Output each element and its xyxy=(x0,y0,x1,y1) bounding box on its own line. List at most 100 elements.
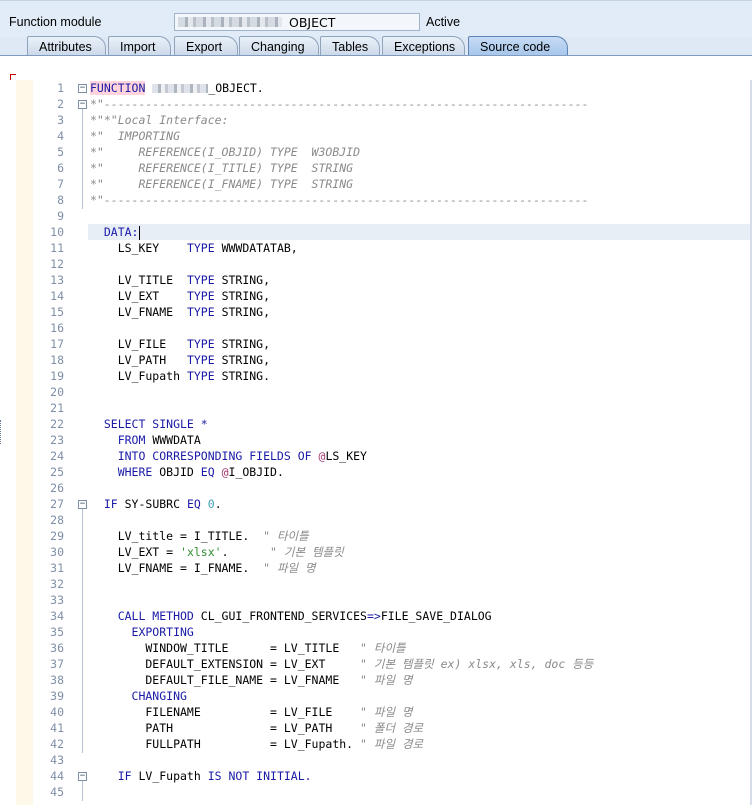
code-line[interactable]: LV_PATH TYPE STRING, xyxy=(90,352,270,368)
line-number: 21 xyxy=(50,401,64,415)
code-line[interactable]: IF LV_Fupath IS NOT INITIAL. xyxy=(90,768,312,784)
code-token: FULLPATH = LV_Fupath. xyxy=(90,737,361,751)
line-number: 38 xyxy=(50,673,64,687)
breakpoint-gutter[interactable] xyxy=(16,80,34,805)
code-token: STRING, xyxy=(214,289,271,303)
code-line[interactable]: FULLPATH = LV_Fupath. " 파일 경로 xyxy=(90,736,423,752)
code-line[interactable]: FUNCTION _OBJECT. xyxy=(90,80,264,96)
fold-toggle-icon[interactable]: − xyxy=(78,500,87,509)
code-line[interactable]: SELECT SINGLE * xyxy=(90,416,208,432)
code-line[interactable]: *" REFERENCE(I_TITLE) TYPE STRING xyxy=(90,160,353,176)
line-number: 13 xyxy=(50,273,64,287)
code-line[interactable]: *" IMPORTING xyxy=(90,128,180,144)
function-module-label: Function module xyxy=(9,15,102,29)
tab-import[interactable]: Import xyxy=(108,36,171,56)
code-line[interactable]: DEFAULT_EXTENSION = LV_EXT " 기본 템플릿 ex) … xyxy=(90,656,593,672)
code-line[interactable]: WINDOW_TITLE = LV_TITLE " 타이틀 xyxy=(90,640,405,656)
code-line[interactable]: WHERE OBJID EQ @I_OBJID. xyxy=(90,464,284,480)
code-token: DATA: xyxy=(90,225,139,239)
tab-strip: Attributes Import Export Changing Tables… xyxy=(0,36,752,56)
code-line[interactable]: PATH = LV_PATH " 폴더 경로 xyxy=(90,720,423,736)
fold-column xyxy=(66,80,89,805)
code-token: *"*"Local Interface: xyxy=(90,113,229,127)
redacted-text xyxy=(152,84,209,93)
function-module-name-field[interactable]: OBJECT xyxy=(174,13,420,31)
code-line[interactable]: LV_FNAME = I_FNAME. " 파일 명 xyxy=(90,560,316,576)
line-number: 6 xyxy=(57,161,64,175)
code-token: CHANGING xyxy=(90,689,187,703)
code-line[interactable]: DEFAULT_FILE_NAME = LV_FNAME " 파일 명 xyxy=(90,672,412,688)
line-number: 4 xyxy=(57,129,64,143)
code-token: => xyxy=(366,609,381,623)
code-line[interactable]: *" REFERENCE(I_FNAME) TYPE STRING xyxy=(90,176,353,192)
line-number: 15 xyxy=(50,305,64,319)
code-token: FUNCTION xyxy=(90,81,146,95)
line-number: 40 xyxy=(50,705,64,719)
code-token: SY-SUBRC xyxy=(117,497,187,511)
code-token: WWWDATATAB, xyxy=(214,241,298,255)
code-line[interactable]: LV_Fupath TYPE STRING. xyxy=(90,368,270,384)
line-number: 42 xyxy=(50,737,64,751)
code-token: LV_FILE xyxy=(90,337,187,351)
code-token: FROM xyxy=(90,433,146,447)
code-line[interactable]: EXPORTING xyxy=(90,624,194,640)
code-token: " 폴더 경로 xyxy=(360,721,424,735)
line-number: 30 xyxy=(50,545,64,559)
line-number: 9 xyxy=(57,209,64,223)
tab-source-code[interactable]: Source code xyxy=(468,36,568,56)
code-token: TYPE xyxy=(186,305,215,319)
line-number: 23 xyxy=(50,433,64,447)
code-line[interactable]: DATA: xyxy=(90,224,141,240)
line-number: 8 xyxy=(57,193,64,207)
line-number: 43 xyxy=(50,753,64,767)
code-line[interactable]: CALL METHOD CL_GUI_FRONTEND_SERVICES=>FI… xyxy=(90,608,492,624)
code-token: " 파일 명 xyxy=(263,561,316,575)
code-token: " 파일 경로 xyxy=(360,737,424,751)
code-token: CALL METHOD xyxy=(90,609,194,623)
function-module-name-suffix: OBJECT xyxy=(289,15,336,30)
fold-toggle-icon[interactable]: − xyxy=(78,100,87,109)
code-line[interactable]: LV_EXT TYPE STRING, xyxy=(90,288,270,304)
code-token: EQ xyxy=(200,465,215,479)
code-token: *" IMPORTING xyxy=(90,129,181,143)
tab-exceptions[interactable]: Exceptions xyxy=(382,36,465,56)
code-token: OBJID xyxy=(152,465,201,479)
code-token: SELECT SINGLE * xyxy=(90,417,208,431)
fold-toggle-icon[interactable]: − xyxy=(78,772,87,781)
code-line[interactable]: LV_TITLE TYPE STRING, xyxy=(90,272,270,288)
line-number: 16 xyxy=(50,321,64,335)
code-token: LV_title = I_TITLE. xyxy=(90,529,264,543)
code-line[interactable]: FROM WWWDATA xyxy=(90,432,201,448)
code-line[interactable]: CHANGING xyxy=(90,688,187,704)
code-line[interactable]: INTO CORRESPONDING FIELDS OF @LS_KEY xyxy=(90,448,367,464)
code-line[interactable]: *"--------------------------------------… xyxy=(90,192,589,208)
fold-toggle-icon[interactable]: − xyxy=(78,84,87,93)
code-line[interactable]: IF SY-SUBRC EQ 0. xyxy=(90,496,222,512)
code-line[interactable]: LV_FNAME TYPE STRING, xyxy=(90,304,270,320)
code-line[interactable]: *"--------------------------------------… xyxy=(90,96,589,112)
line-number: 11 xyxy=(50,241,64,255)
splitter-handle[interactable] xyxy=(0,420,4,444)
tab-export[interactable]: Export xyxy=(174,36,238,56)
code-line[interactable]: LV_EXT = 'xlsx'. " 기본 템플릿 xyxy=(90,544,344,560)
line-number: 17 xyxy=(50,337,64,351)
line-number: 28 xyxy=(50,513,64,527)
tab-tables[interactable]: Tables xyxy=(320,36,380,56)
code-line[interactable]: *"*"Local Interface: xyxy=(90,112,228,128)
code-line[interactable]: LV_FILE TYPE STRING, xyxy=(90,336,270,352)
code-token: LS_KEY xyxy=(90,241,187,255)
tab-attributes[interactable]: Attributes xyxy=(27,36,106,56)
code-line[interactable]: LS_KEY TYPE WWWDATATAB, xyxy=(90,240,298,256)
line-number: 19 xyxy=(50,369,64,383)
line-number: 14 xyxy=(50,289,64,303)
code-line[interactable]: *" REFERENCE(I_OBJID) TYPE W3OBJID xyxy=(90,144,360,160)
code-token: TYPE xyxy=(186,289,215,303)
line-number: 31 xyxy=(50,561,64,575)
code-token: IF xyxy=(90,497,118,511)
code-token: EQ xyxy=(186,497,201,511)
line-number: 20 xyxy=(50,385,64,399)
code-line[interactable]: LV_title = I_TITLE. " 타이틀 xyxy=(90,528,309,544)
code-token: IS NOT INITIAL. xyxy=(207,769,312,783)
code-line[interactable]: FILENAME = LV_FILE " 파일 명 xyxy=(90,704,412,720)
tab-changing[interactable]: Changing xyxy=(239,36,319,56)
